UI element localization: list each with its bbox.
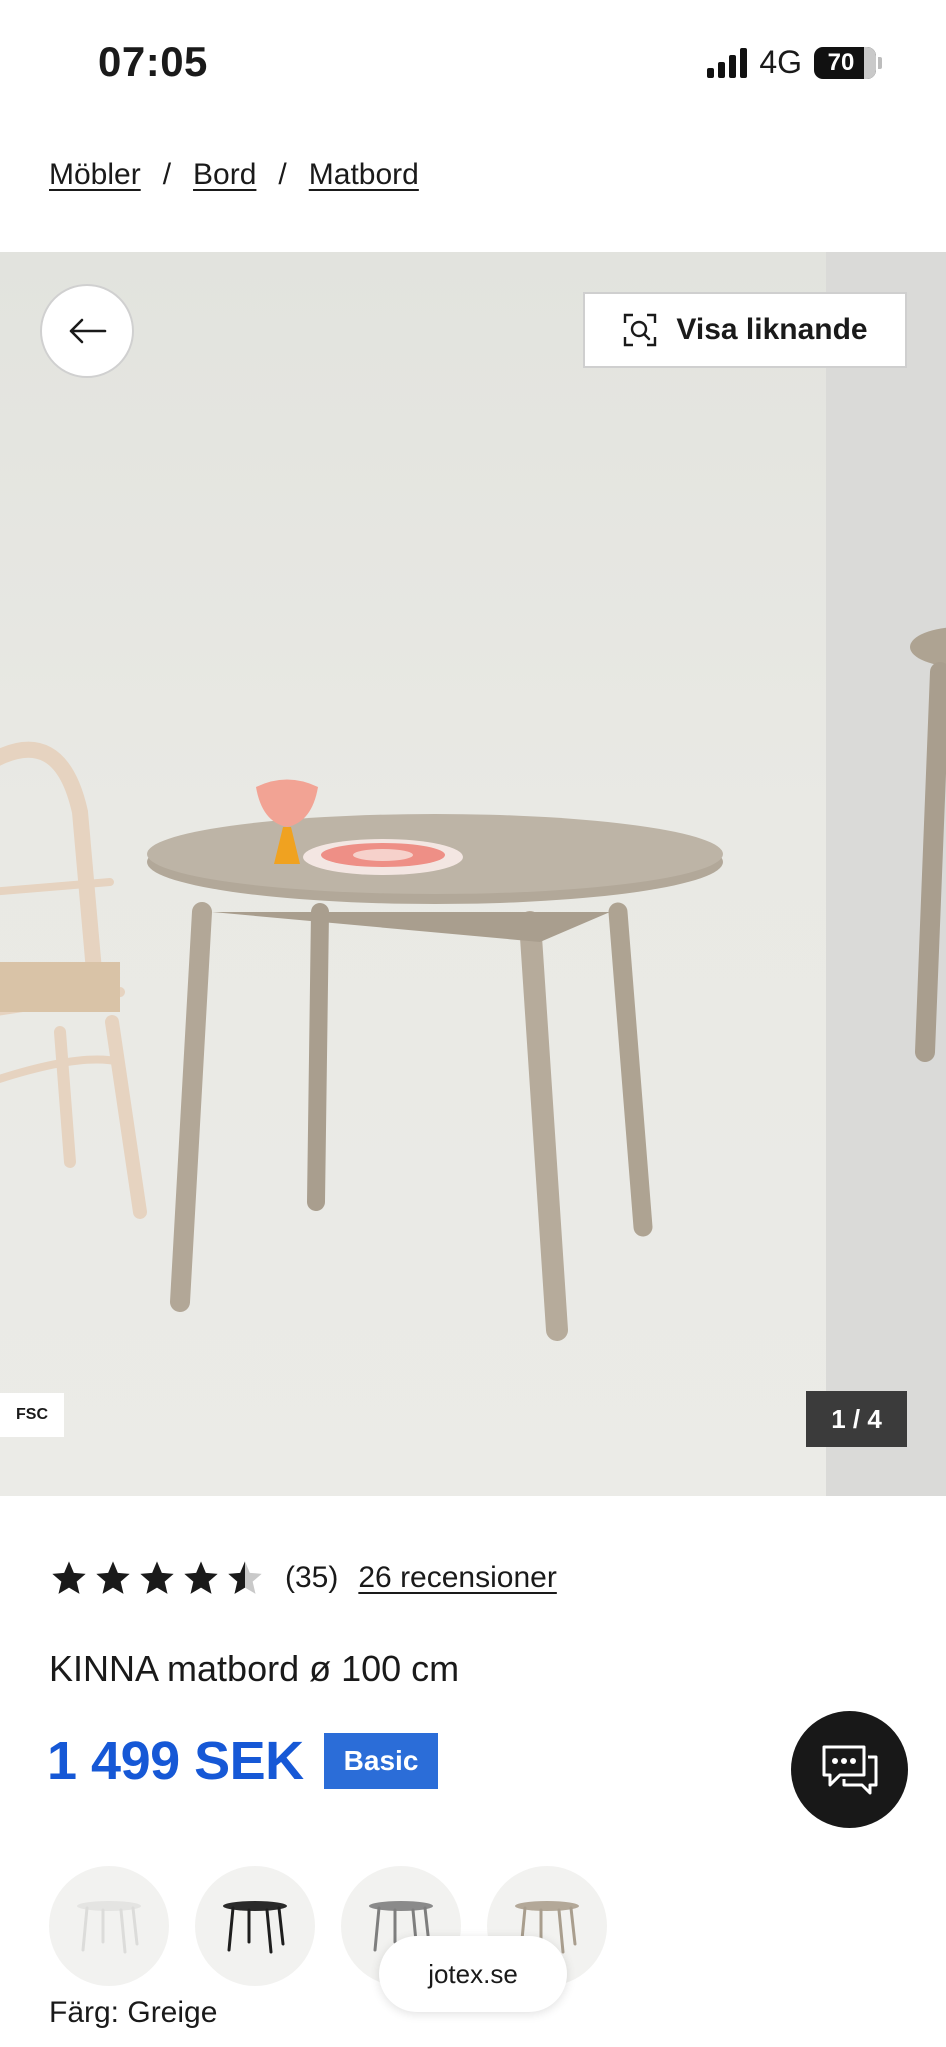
star-icon bbox=[96, 1561, 130, 1594]
network-type: 4G bbox=[759, 44, 802, 80]
breadcrumb-link-bord[interactable]: Bord bbox=[193, 158, 256, 192]
half-star-icon bbox=[228, 1561, 262, 1594]
star-icon bbox=[52, 1561, 86, 1594]
visa-liknande-button[interactable]: Visa liknande bbox=[583, 292, 907, 368]
arrow-left-icon bbox=[69, 318, 107, 344]
product-price: 1 499 SEK bbox=[47, 1731, 304, 1791]
price-row: 1 499 SEK Basic bbox=[47, 1730, 439, 1792]
chat-button[interactable] bbox=[791, 1711, 908, 1828]
star-icon bbox=[184, 1561, 218, 1594]
breadcrumb-link-mobler[interactable]: Möbler bbox=[49, 158, 141, 192]
product-image-gallery[interactable] bbox=[0, 252, 946, 1496]
battery-icon: 70 bbox=[814, 46, 882, 79]
status-indicators: 4G 70 bbox=[707, 44, 882, 81]
rating-stars bbox=[49, 1558, 265, 1598]
black-table-thumbnail bbox=[223, 1901, 287, 1954]
table-illustration bbox=[147, 814, 723, 1341]
breadcrumb: Möbler / Bord / Matbord bbox=[49, 158, 419, 192]
basic-badge: Basic bbox=[323, 1733, 439, 1789]
product-title: KINNA matbord ø 100 cm bbox=[49, 1648, 460, 1689]
browser-url-pill[interactable]: jotex.se bbox=[379, 1936, 567, 2012]
image-counter: 1 / 4 bbox=[806, 1391, 907, 1447]
chair-seat bbox=[0, 962, 120, 1012]
visa-liknande-label: Visa liknande bbox=[676, 313, 868, 346]
status-time: 07:05 bbox=[98, 38, 208, 85]
breadcrumb-separator: / bbox=[278, 158, 287, 191]
next-image-table bbox=[910, 627, 946, 1062]
swatch-white[interactable] bbox=[49, 1866, 169, 1986]
breadcrumb-link-matbord[interactable]: Matbord bbox=[309, 158, 419, 192]
fsc-badge: FSC bbox=[0, 1393, 64, 1437]
breadcrumb-separator: / bbox=[162, 158, 172, 191]
selected-color-label: Färg: Greige bbox=[49, 1996, 218, 2029]
reviews-link[interactable]: 26 recensioner bbox=[358, 1561, 556, 1595]
rating-count: (35) bbox=[285, 1561, 339, 1594]
chat-icon bbox=[822, 1745, 877, 1794]
star-icon bbox=[140, 1561, 174, 1594]
product-photo-illustration bbox=[0, 627, 946, 1341]
visual-search-icon bbox=[624, 313, 657, 347]
back-button[interactable] bbox=[40, 284, 134, 378]
swatch-black[interactable] bbox=[195, 1866, 315, 1986]
status-bar: 07:05 4G 70 bbox=[0, 0, 946, 120]
product-rating: (35) 26 recensioner bbox=[49, 1558, 557, 1598]
battery-level: 70 bbox=[827, 48, 855, 76]
white-table-thumbnail bbox=[77, 1901, 141, 1954]
signal-icon bbox=[707, 47, 748, 78]
